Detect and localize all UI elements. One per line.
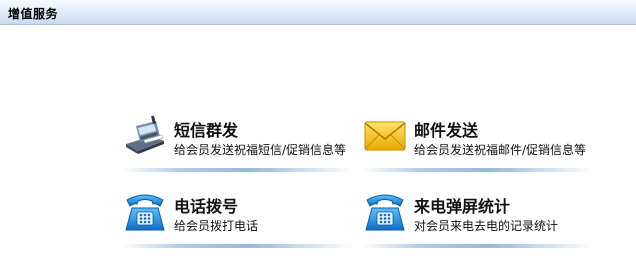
service-name: 短信群发: [174, 121, 239, 140]
service-description: 给会员发送祝福短信/促销信息等: [174, 143, 347, 157]
email-service[interactable]: 邮件发送 给会员发送祝福邮件/促销信息等: [362, 114, 594, 172]
divider: [122, 168, 354, 172]
service-name: 邮件发送: [414, 121, 479, 140]
service-description: 给会员拨打电话: [174, 219, 259, 233]
phone-dial-service[interactable]: 电话拨号 给会员拨打电话: [122, 190, 354, 248]
service-name: 来电弹屏统计: [414, 197, 511, 216]
divider: [122, 244, 354, 248]
page-title: 增值服务: [8, 7, 59, 21]
divider: [362, 244, 594, 248]
sms-broadcast-service[interactable]: 短信群发 给会员发送祝福短信/促销信息等: [122, 114, 354, 172]
sms-phone-icon: [122, 114, 168, 160]
telephone-icon: [362, 190, 408, 236]
telephone-icon: [122, 190, 168, 236]
envelope-icon: [362, 114, 408, 160]
call-popup-stats-service[interactable]: 来电弹屏统计 对会员来电去电的记录统计: [362, 190, 594, 248]
service-description: 给会员发送祝福邮件/促销信息等: [414, 143, 587, 157]
divider: [362, 168, 594, 172]
service-description: 对会员来电去电的记录统计: [414, 219, 559, 233]
service-name: 电话拨号: [174, 197, 239, 216]
page-header: 增值服务: [0, 0, 636, 25]
